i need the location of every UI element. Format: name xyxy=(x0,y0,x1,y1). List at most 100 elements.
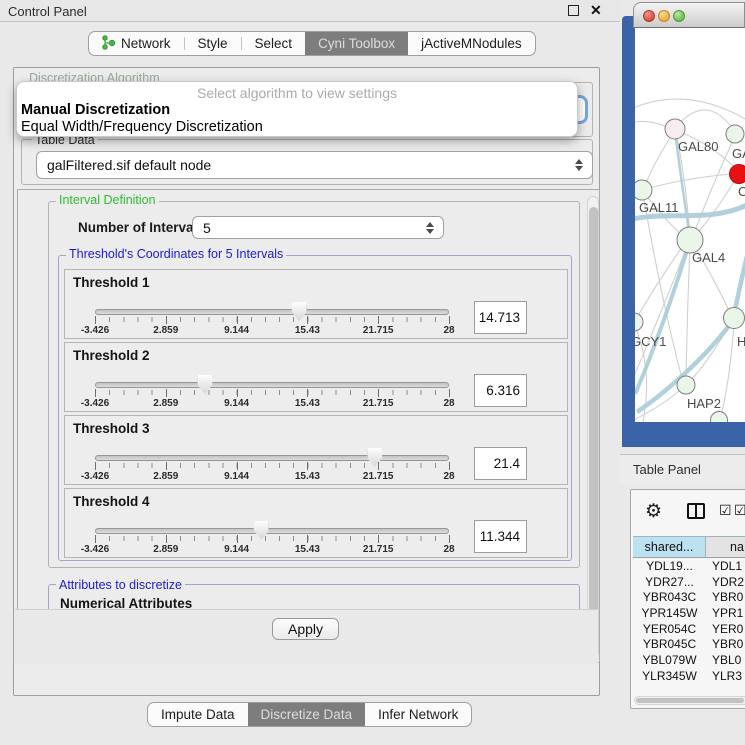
tick-label: -3.426 xyxy=(65,471,125,482)
cell[interactable]: YDR2 xyxy=(706,575,745,589)
slider-minor-ticks xyxy=(95,390,450,395)
node-label-h: H xyxy=(737,334,745,349)
cell[interactable]: YBR0 xyxy=(706,590,745,604)
float-window-icon[interactable] xyxy=(568,5,579,16)
column-header-shared-name[interactable]: shared... xyxy=(633,537,706,557)
threshold-3-value-field[interactable]: 21.4 xyxy=(474,447,527,480)
scrollbar-thumb[interactable] xyxy=(589,207,598,637)
node-h[interactable] xyxy=(724,308,745,329)
algorithm-option-manual[interactable]: Manual Discretization xyxy=(21,102,170,118)
tab-cyni-toolbox[interactable]: Cyni Toolbox xyxy=(305,32,408,55)
threshold-2-slider[interactable]: -3.4262.8599.14415.4321.71528 xyxy=(95,343,449,413)
number-of-intervals-combobox[interactable]: 5 xyxy=(192,216,444,239)
attributes-group-title: Attributes to discretize xyxy=(56,578,185,592)
control-panel-title: Control Panel xyxy=(8,4,87,19)
cell[interactable]: YLR345W xyxy=(633,669,706,683)
cell[interactable]: YDR27... xyxy=(633,575,706,589)
cell[interactable]: YIL052C xyxy=(633,684,706,686)
cell[interactable]: YBR043C xyxy=(633,590,706,604)
cell[interactable]: YIL0 xyxy=(706,684,745,686)
tick-label: 2.859 xyxy=(136,398,196,409)
threshold-coordinates-title: Threshold's Coordinates for 5 Intervals xyxy=(66,247,286,261)
cell[interactable]: YDL1 xyxy=(706,559,745,573)
gear-icon[interactable]: ⚙ xyxy=(645,500,662,523)
cell[interactable]: YDL19... xyxy=(633,559,706,573)
close-traffic-light-icon[interactable] xyxy=(643,10,655,22)
node-selected-red[interactable] xyxy=(730,165,745,184)
network-view-canvas[interactable]: GAL80 GA C GAL11 GAL4 GCY1 H HAP2 xyxy=(635,28,745,422)
table-row[interactable]: YER054CYER0 xyxy=(633,621,745,637)
threshold-1-slider[interactable]: -3.4262.8599.14415.4321.71528 xyxy=(95,270,449,340)
slider-track[interactable] xyxy=(95,309,449,315)
tab-infer-network-label: Infer Network xyxy=(378,707,458,722)
apply-button[interactable]: Apply xyxy=(272,618,339,640)
threshold-1-value-field[interactable]: 14.713 xyxy=(474,301,527,334)
algorithm-option-equal-width[interactable]: Equal Width/Frequency Discretization xyxy=(21,119,263,135)
horizontal-scrollbar[interactable] xyxy=(634,696,745,705)
table-row[interactable]: YBL079WYBL0 xyxy=(633,652,745,668)
tab-discretize-data[interactable]: Discretize Data xyxy=(248,703,366,726)
node-bottom[interactable] xyxy=(711,412,728,423)
major-tick xyxy=(166,462,167,470)
threshold-4-value-field[interactable]: 11.344 xyxy=(474,520,527,553)
node-gal11[interactable] xyxy=(635,180,652,200)
cell[interactable]: YER054C xyxy=(633,622,706,636)
checkbox-icon[interactable]: ☑ xyxy=(734,502,745,519)
tick-label: 2.859 xyxy=(136,325,196,336)
slider-track[interactable] xyxy=(95,528,449,534)
column-header-name[interactable]: na xyxy=(706,537,745,557)
table-row[interactable]: YBR045CYBR0 xyxy=(633,636,745,652)
table-row[interactable]: YBR043CYBR0 xyxy=(633,589,745,605)
cell[interactable]: YPR145W xyxy=(633,606,706,620)
threshold-4-slider[interactable]: -3.4262.8599.14415.4321.71528 xyxy=(95,489,449,559)
tab-style[interactable]: Style xyxy=(185,32,241,55)
cell[interactable]: YPR1 xyxy=(706,606,745,620)
cyni-mode-tabs: Impute Data Discretize Data Infer Networ… xyxy=(147,702,472,727)
minimize-traffic-light-icon[interactable] xyxy=(658,10,670,22)
table-row[interactable]: YLR345WYLR3 xyxy=(633,668,745,684)
close-icon[interactable]: ✕ xyxy=(590,2,602,19)
node-gcy1[interactable] xyxy=(635,313,643,331)
node-hap2[interactable] xyxy=(677,376,695,394)
major-tick xyxy=(166,389,167,397)
table-data-combobox[interactable]: galFiltered.sif default node xyxy=(36,151,593,179)
network-graph[interactable]: GAL80 GA C GAL11 GAL4 GCY1 H HAP2 xyxy=(635,28,745,422)
checkbox-icon[interactable]: ☑ xyxy=(719,502,732,519)
cell[interactable]: YBL0 xyxy=(706,653,745,667)
table-row[interactable]: YIL052CYIL0 xyxy=(633,684,745,687)
node-gal80[interactable] xyxy=(665,119,685,139)
cell[interactable]: YER0 xyxy=(706,622,745,636)
threshold-2-value-field[interactable]: 6.316 xyxy=(474,374,527,407)
tab-impute-data[interactable]: Impute Data xyxy=(148,703,248,726)
tab-cyni-toolbox-label: Cyni Toolbox xyxy=(318,36,395,51)
slider-track[interactable] xyxy=(95,455,449,461)
zoom-traffic-light-icon[interactable] xyxy=(673,10,685,22)
table-row[interactable]: YDR27...YDR2 xyxy=(633,574,745,590)
table-row[interactable]: YDL19...YDL1 xyxy=(633,558,745,574)
threshold-3-slider[interactable]: -3.4262.8599.14415.4321.71528 xyxy=(95,416,449,486)
cell[interactable]: YBL079W xyxy=(633,653,706,667)
tab-infer-network[interactable]: Infer Network xyxy=(365,703,471,726)
slider-track[interactable] xyxy=(95,382,449,388)
tab-network[interactable]: Network xyxy=(89,32,184,55)
major-tick xyxy=(95,316,96,324)
major-tick xyxy=(237,535,238,543)
panel-scrollbar[interactable] xyxy=(587,196,599,658)
network-window-titlebar[interactable] xyxy=(633,2,745,28)
tab-select[interactable]: Select xyxy=(242,32,306,55)
cell[interactable]: YBR045C xyxy=(633,637,706,651)
major-tick xyxy=(95,389,96,397)
columns-icon[interactable] xyxy=(687,503,705,519)
algorithm-prompt-item[interactable]: Select algorithm to view settings xyxy=(17,85,577,101)
table-row[interactable]: YPR145WYPR1 xyxy=(633,605,745,621)
major-tick xyxy=(95,535,96,543)
scrollbar-thumb[interactable] xyxy=(636,698,744,703)
tick-label: 21.715 xyxy=(348,398,408,409)
threshold-3-row: Threshold 3 -3.4262.8599.14415.4321.7152… xyxy=(64,415,568,485)
node-attribute-table: shared... na YDL19...YDL1 YDR27...YDR2 Y… xyxy=(633,536,745,686)
cell[interactable]: YBR0 xyxy=(706,637,745,651)
cell[interactable]: YLR3 xyxy=(706,669,745,683)
tab-jactivemnodules[interactable]: jActiveMNodules xyxy=(408,32,535,55)
node-ga[interactable] xyxy=(726,125,744,143)
network-icon xyxy=(102,35,115,53)
